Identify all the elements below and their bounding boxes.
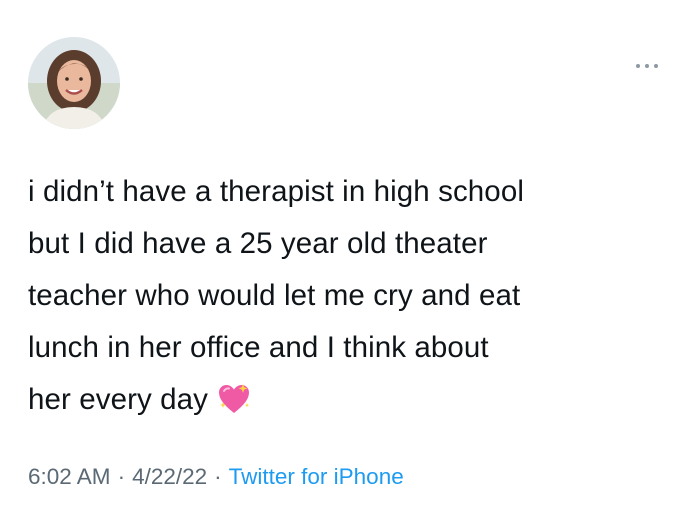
avatar[interactable] (28, 37, 120, 129)
tweet-meta: 6:02 AM · 4/22/22 · Twitter for iPhone (28, 462, 404, 492)
tweet-text-line: lunch in her office and I think about (28, 331, 489, 364)
sparkling-heart-icon (216, 381, 252, 415)
tweet-text-line: teacher who would let me cry and eat (28, 279, 521, 312)
tweet-text-line: her every day (28, 383, 209, 416)
tweet-card: i didn’t have a therapist in high school… (0, 0, 700, 509)
more-options-button[interactable] (636, 56, 658, 76)
separator: · (214, 464, 222, 489)
separator: · (117, 464, 126, 489)
timestamp-date[interactable]: 4/22/22 (132, 464, 207, 489)
tweet-text-line: but I did have a 25 year old theater (28, 227, 488, 260)
tweet-text: i didn’t have a therapist in high school… (28, 166, 678, 426)
dot-icon (636, 64, 640, 68)
timestamp-time[interactable]: 6:02 AM (28, 464, 111, 489)
tweet-text-line: i didn’t have a therapist in high school (28, 175, 524, 208)
avatar-image (28, 37, 120, 129)
dot-icon (654, 64, 658, 68)
source-link[interactable]: Twitter for iPhone (229, 464, 404, 489)
dot-icon (645, 64, 649, 68)
